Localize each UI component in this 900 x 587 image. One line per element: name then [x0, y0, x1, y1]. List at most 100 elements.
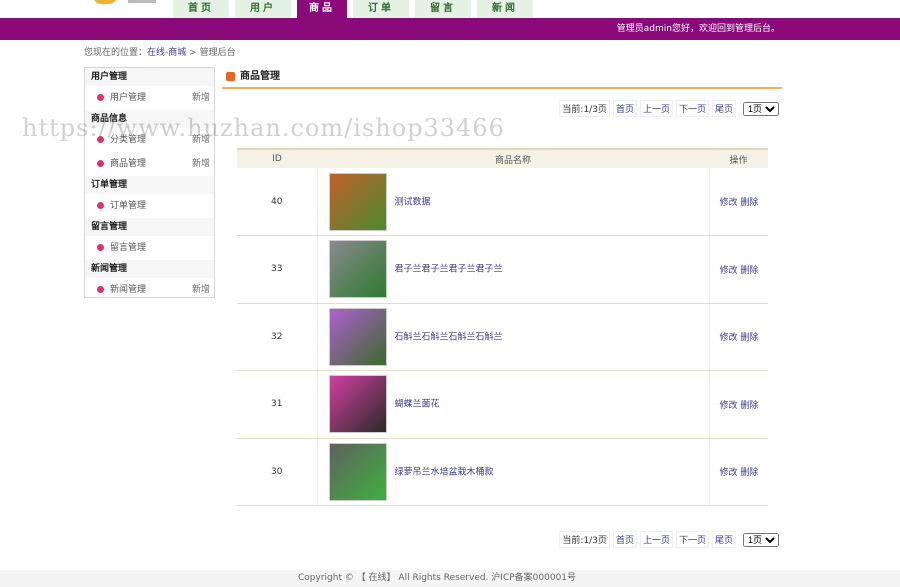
table-row: 32 石斛兰石斛兰石斛兰石斛兰 修改 删除: [237, 303, 768, 371]
pager-first[interactable]: 首页: [612, 100, 637, 117]
col-ops: 操作: [709, 148, 768, 168]
bullet-icon: [97, 160, 104, 167]
sidebar-item[interactable]: 分类管理 新增: [85, 128, 214, 152]
pager-current: 当前:1/3页: [559, 100, 610, 117]
bullet-icon: [97, 244, 104, 251]
page-select[interactable]: 1页: [743, 101, 779, 116]
sidebar-item[interactable]: 订单管理: [85, 194, 214, 218]
pager-bottom: 当前:1/3页 首页 上一页 下一页 尾页 1页: [559, 531, 779, 548]
sidebar-item[interactable]: 留言管理: [85, 236, 214, 260]
sidebar-item-label[interactable]: 用户管理: [110, 93, 146, 103]
bullet-icon: [97, 136, 104, 143]
delete-link[interactable]: 删除: [740, 401, 758, 411]
edit-link[interactable]: 修改: [720, 468, 738, 478]
welcome-text: 管理员admin您好，欢迎回到管理后台。: [616, 24, 780, 34]
col-name: 商品名称: [317, 148, 709, 168]
product-name-link[interactable]: 绿萝吊兰水培盆栽木桶款: [395, 467, 494, 477]
breadcrumb-home[interactable]: 在线-商城: [147, 48, 186, 58]
sidebar-item[interactable]: 商品管理 新增: [85, 152, 214, 176]
sidebar-add-link[interactable]: 新增: [192, 278, 210, 302]
row-id: 32: [237, 303, 318, 371]
product-thumbnail: [328, 442, 387, 501]
row-name-cell: 石斛兰石斛兰石斛兰石斛兰: [317, 303, 709, 371]
sidebar-item-label[interactable]: 商品管理: [110, 159, 146, 169]
edit-link[interactable]: 修改: [720, 198, 738, 208]
product-thumbnail: [328, 375, 387, 434]
table-row: 40 测试数据 修改 删除: [237, 168, 768, 236]
table-row: 30 绿萝吊兰水培盆栽木桶款 修改 删除: [237, 438, 768, 506]
row-name-cell: 测试数据: [317, 168, 709, 236]
row-name-cell: 蝴蝶兰菌花: [317, 370, 709, 439]
pager-next[interactable]: 下一页: [675, 531, 709, 548]
page-title: 商品管理: [222, 67, 782, 89]
edit-link[interactable]: 修改: [720, 266, 738, 276]
pager-top: 当前:1/3页 首页 上一页 下一页 尾页 1页: [559, 100, 779, 117]
sidebar-add-link[interactable]: 新增: [192, 152, 210, 176]
pager-prev[interactable]: 上一页: [639, 100, 673, 117]
pager-last[interactable]: 尾页: [711, 531, 736, 548]
pager-first[interactable]: 首页: [612, 531, 637, 548]
main-panel: 商品管理: [222, 67, 782, 89]
sidebar-item-label[interactable]: 订单管理: [110, 201, 146, 211]
sidebar-add-link[interactable]: 新增: [192, 128, 210, 152]
logo: [92, 0, 118, 4]
tab-news[interactable]: 新闻: [477, 0, 533, 18]
sidebar-item-label[interactable]: 分类管理: [110, 135, 146, 145]
page-title-text: 商品管理: [240, 71, 280, 82]
bullet-icon: [97, 94, 104, 101]
product-name-link[interactable]: 君子兰君子兰君子兰君子兰: [395, 265, 503, 275]
row-id: 31: [237, 370, 318, 439]
row-id: 40: [237, 168, 318, 236]
product-name-link[interactable]: 蝴蝶兰菌花: [395, 400, 440, 410]
footer: Copyright © 【 在线】 All Rights Reserved. 沪…: [0, 570, 900, 587]
header-bar: 管理员admin您好，欢迎回到管理后台。: [0, 18, 900, 40]
col-id: ID: [237, 148, 317, 168]
edit-link[interactable]: 修改: [720, 333, 738, 343]
product-table: ID 商品名称 操作 40 测试数据 修改 删除 33 君子兰君子兰君子兰君子兰 …: [237, 148, 768, 506]
pager-last[interactable]: 尾页: [711, 100, 736, 117]
product-thumbnail: [328, 240, 387, 299]
row-id: 33: [237, 235, 318, 304]
tab-messages[interactable]: 留言: [415, 0, 471, 18]
product-thumbnail: [328, 172, 387, 231]
sidebar-group-title: 订单管理: [85, 176, 214, 194]
product-name-link[interactable]: 石斛兰石斛兰石斛兰石斛兰: [395, 332, 503, 342]
tab-home[interactable]: 首页: [173, 0, 229, 18]
pager-next[interactable]: 下一页: [675, 100, 709, 117]
sidebar-group-title: 用户管理: [85, 68, 214, 86]
pager-current: 当前:1/3页: [559, 531, 610, 548]
sidebar-item[interactable]: 新闻管理 新增: [85, 278, 214, 302]
row-ops: 修改 删除: [708, 303, 768, 371]
bullet-icon: [97, 202, 104, 209]
pager-prev[interactable]: 上一页: [639, 531, 673, 548]
row-ops: 修改 删除: [708, 168, 768, 236]
tab-products[interactable]: 商品: [297, 0, 347, 18]
sidebar-item-label[interactable]: 留言管理: [110, 243, 146, 253]
delete-link[interactable]: 删除: [740, 468, 758, 478]
sidebar-add-link[interactable]: 新增: [192, 86, 210, 110]
tab-users[interactable]: 用户: [235, 0, 291, 18]
logo-text: [128, 0, 156, 3]
row-name-cell: 绿萝吊兰水培盆栽木桶款: [317, 438, 709, 506]
row-name-cell: 君子兰君子兰君子兰君子兰: [317, 235, 709, 304]
sidebar: 用户管理 用户管理 新增 商品信息 分类管理 新增 商品管理 新增 订单管理 订单管理 留言管理 留言…: [84, 67, 215, 298]
table-row: 33 君子兰君子兰君子兰君子兰 修改 删除: [237, 235, 768, 304]
bullet-icon: [97, 286, 104, 293]
delete-link[interactable]: 删除: [740, 333, 758, 343]
delete-link[interactable]: 删除: [740, 198, 758, 208]
page-select[interactable]: 1页: [743, 532, 779, 547]
product-name-link[interactable]: 测试数据: [395, 197, 431, 207]
edit-link[interactable]: 修改: [720, 401, 738, 411]
sidebar-group-title: 商品信息: [85, 110, 214, 128]
sidebar-item[interactable]: 用户管理 新增: [85, 86, 214, 110]
sidebar-item-label[interactable]: 新闻管理: [110, 285, 146, 295]
product-thumbnail: [328, 307, 387, 366]
title-icon: [226, 72, 235, 81]
row-ops: 修改 删除: [708, 438, 768, 506]
sidebar-group-title: 新闻管理: [85, 260, 214, 278]
tab-orders[interactable]: 订单: [353, 0, 409, 18]
delete-link[interactable]: 删除: [740, 266, 758, 276]
row-id: 30: [237, 438, 318, 506]
breadcrumb-sep: >: [189, 48, 197, 58]
table-row: 31 蝴蝶兰菌花 修改 删除: [237, 370, 768, 439]
